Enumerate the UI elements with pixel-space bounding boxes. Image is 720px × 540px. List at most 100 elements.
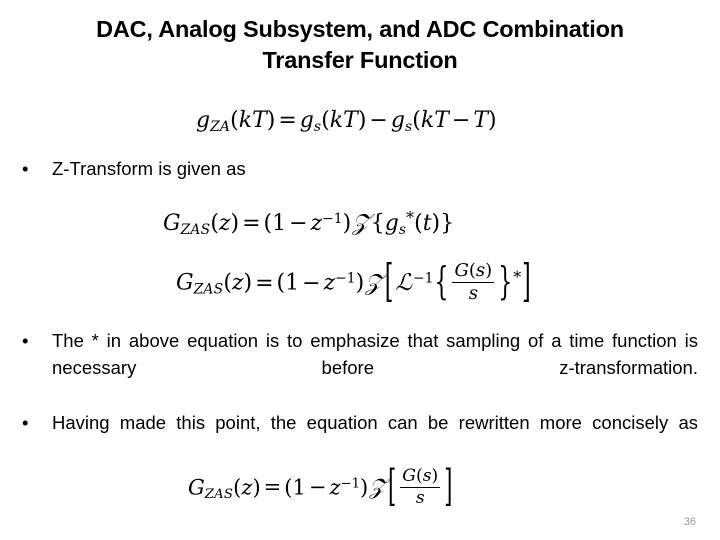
eq2-t: t — [422, 211, 432, 237]
eq4-bracket-open: [ — [388, 461, 397, 511]
bullet-marker-2: • — [22, 330, 29, 351]
script-z-icon: 𝒵 — [365, 269, 383, 296]
slide-title-line-1: DAC, Analog Subsystem, and ADC Combinati… — [96, 16, 624, 42]
eq3-num-s: s — [475, 260, 486, 281]
eq3-fraction-numerator: G(s) — [452, 260, 494, 282]
eq3-equals: = — [255, 270, 274, 296]
bullet-text-3: Having made this point, the equation can… — [52, 412, 698, 433]
eq4-bracket-close: ] — [444, 461, 453, 511]
eq3-lhs-z: z — [231, 270, 244, 296]
eq3-inner-group: ℒ−1{G(s) s} — [394, 260, 513, 305]
eq1-term2-paren-open: ( — [412, 108, 421, 133]
eq2-gs-g: g — [384, 211, 399, 237]
eq2-lhs-subscript: ZAS — [180, 222, 211, 238]
bullet-star-explanation: • The * in above equation is to emphasiz… — [22, 327, 698, 408]
eq3-bracket-close: ] — [522, 256, 531, 308]
eq4-num-paren-open: ( — [415, 466, 423, 486]
eq3-lhs-paren-open: ( — [223, 270, 232, 296]
eq3-fraction: G(s) s — [449, 260, 497, 305]
eq2-minus: − — [289, 211, 308, 237]
eq3-num-paren-open: ( — [468, 260, 476, 281]
bullet-concise-rewrite: • Having made this point, the equation c… — [22, 409, 698, 463]
equation-gza-sampled: gZA(kT) = gs(kT) − gs(kT − T) — [196, 108, 497, 135]
eq3-l-exponent: −1 — [413, 270, 434, 287]
eq3-paren-open: ( — [276, 270, 286, 296]
equation-gzas-ztransform-sampled: GZAS(z) = (1− z−1)𝒵{gs*(t)} — [163, 208, 454, 238]
eq4-minus: − — [308, 475, 327, 500]
eq4-num-paren-close: ) — [431, 466, 439, 486]
eq1-term2-minus: − — [451, 108, 471, 133]
eq2-paren-close: ) — [342, 211, 352, 237]
eq4-lhs-z: z — [241, 475, 253, 500]
eq4-num-G: G — [402, 466, 416, 486]
eq3-lhs-G: G — [176, 270, 194, 296]
eq2-lhs-paren-close: ) — [230, 211, 240, 237]
eq3-den-s: s — [468, 283, 478, 305]
bullet-marker-3: • — [22, 412, 29, 433]
eq4-den-s: s — [415, 488, 425, 509]
eq3-bracket-open: [ — [384, 256, 394, 308]
eq1-term1-g: g — [299, 108, 314, 133]
eq2-brace-close: } — [440, 211, 455, 237]
eq1-lhs-T: T — [252, 108, 267, 133]
eq4-z-exponent: −1 — [340, 476, 361, 492]
script-z-icon: 𝒵 — [369, 475, 387, 501]
slide-canvas: { "slide": { "title_line1": "DAC, Analog… — [0, 0, 720, 540]
eq2-z-exponent: −1 — [322, 210, 343, 227]
eq4-fraction-denominator: s — [400, 487, 441, 509]
eq4-z: z — [329, 475, 341, 500]
eq3-lhs-paren-close: ) — [243, 270, 253, 296]
eq2-equals: = — [242, 211, 261, 237]
eq4-fraction: G(s) s — [397, 466, 443, 509]
eq3-brace-open: { — [434, 260, 449, 305]
eq4-lhs-G: G — [188, 475, 205, 500]
page-number: 36 — [683, 516, 696, 528]
eq2-paren-open: ( — [263, 211, 273, 237]
eq2-lhs-G: G — [163, 211, 181, 237]
eq3-one: 1 — [285, 270, 300, 296]
eq4-lhs-subscript: ZAS — [204, 486, 234, 502]
eq2-lhs-paren-open: ( — [210, 211, 219, 237]
eq1-minus: − — [369, 108, 388, 133]
eq2-star: * — [406, 208, 415, 227]
eq1-term2-paren-close: ) — [488, 108, 497, 133]
slide-title: DAC, Analog Subsystem, and ADC Combinati… — [28, 14, 692, 76]
eq3-z-exponent: −1 — [335, 270, 356, 287]
eq4-lhs-paren-close: ) — [252, 475, 261, 500]
eq2-brace-open: { — [370, 211, 385, 237]
eq1-term1-k: k — [329, 108, 344, 133]
eq1-lhs-g: g — [196, 108, 211, 133]
eq1-term2-T2: T — [473, 108, 489, 133]
eq2-z: z — [310, 211, 323, 237]
eq3-brace-close: } — [498, 260, 513, 305]
bullet-text-1: Z-Transform is given as — [52, 158, 246, 179]
eq1-equals: = — [278, 108, 297, 133]
eq2-lhs-z: z — [218, 211, 231, 237]
equation-gzas-concise: GZAS(z) = (1− z−1)𝒵[G(s) s] — [188, 462, 453, 511]
eq4-equals: = — [263, 475, 282, 500]
eq1-lhs-subscript: ZA — [210, 118, 231, 135]
eq1-term1-paren-open: ( — [321, 108, 330, 133]
script-z-icon: 𝒵 — [352, 210, 370, 237]
bullet-z-transform: • Z-Transform is given as — [22, 155, 442, 182]
eq3-z: z — [323, 270, 336, 296]
eq1-lhs-k: k — [238, 108, 253, 133]
eq3-num-G: G — [454, 260, 469, 281]
eq3-minus: − — [302, 270, 321, 296]
eq3-star: * — [513, 267, 522, 287]
eq4-fraction-numerator: G(s) — [400, 466, 440, 487]
eq4-paren-close: ) — [360, 475, 369, 500]
bullet-marker-1: • — [22, 158, 29, 179]
eq1-term2-k: k — [420, 108, 435, 133]
script-l-icon: ℒ — [395, 269, 412, 296]
eq1-term2-g: g — [390, 108, 405, 133]
slide-title-line-2: Transfer Function — [262, 47, 458, 73]
eq3-num-paren-close: ) — [485, 260, 493, 281]
eq4-one: 1 — [292, 475, 306, 500]
bullet-text-2: The * in above equation is to emphasize … — [52, 330, 698, 378]
equation-gzas-laplace-inverse: GZAS(z) = (1− z−1)𝒵[ℒ−1{G(s) s}*] — [176, 257, 532, 308]
eq2-t-paren-close: ) — [431, 211, 441, 237]
eq3-lhs-subscript: ZAS — [193, 281, 224, 298]
eq1-term2-T: T — [434, 108, 449, 133]
eq4-num-s: s — [422, 466, 432, 486]
